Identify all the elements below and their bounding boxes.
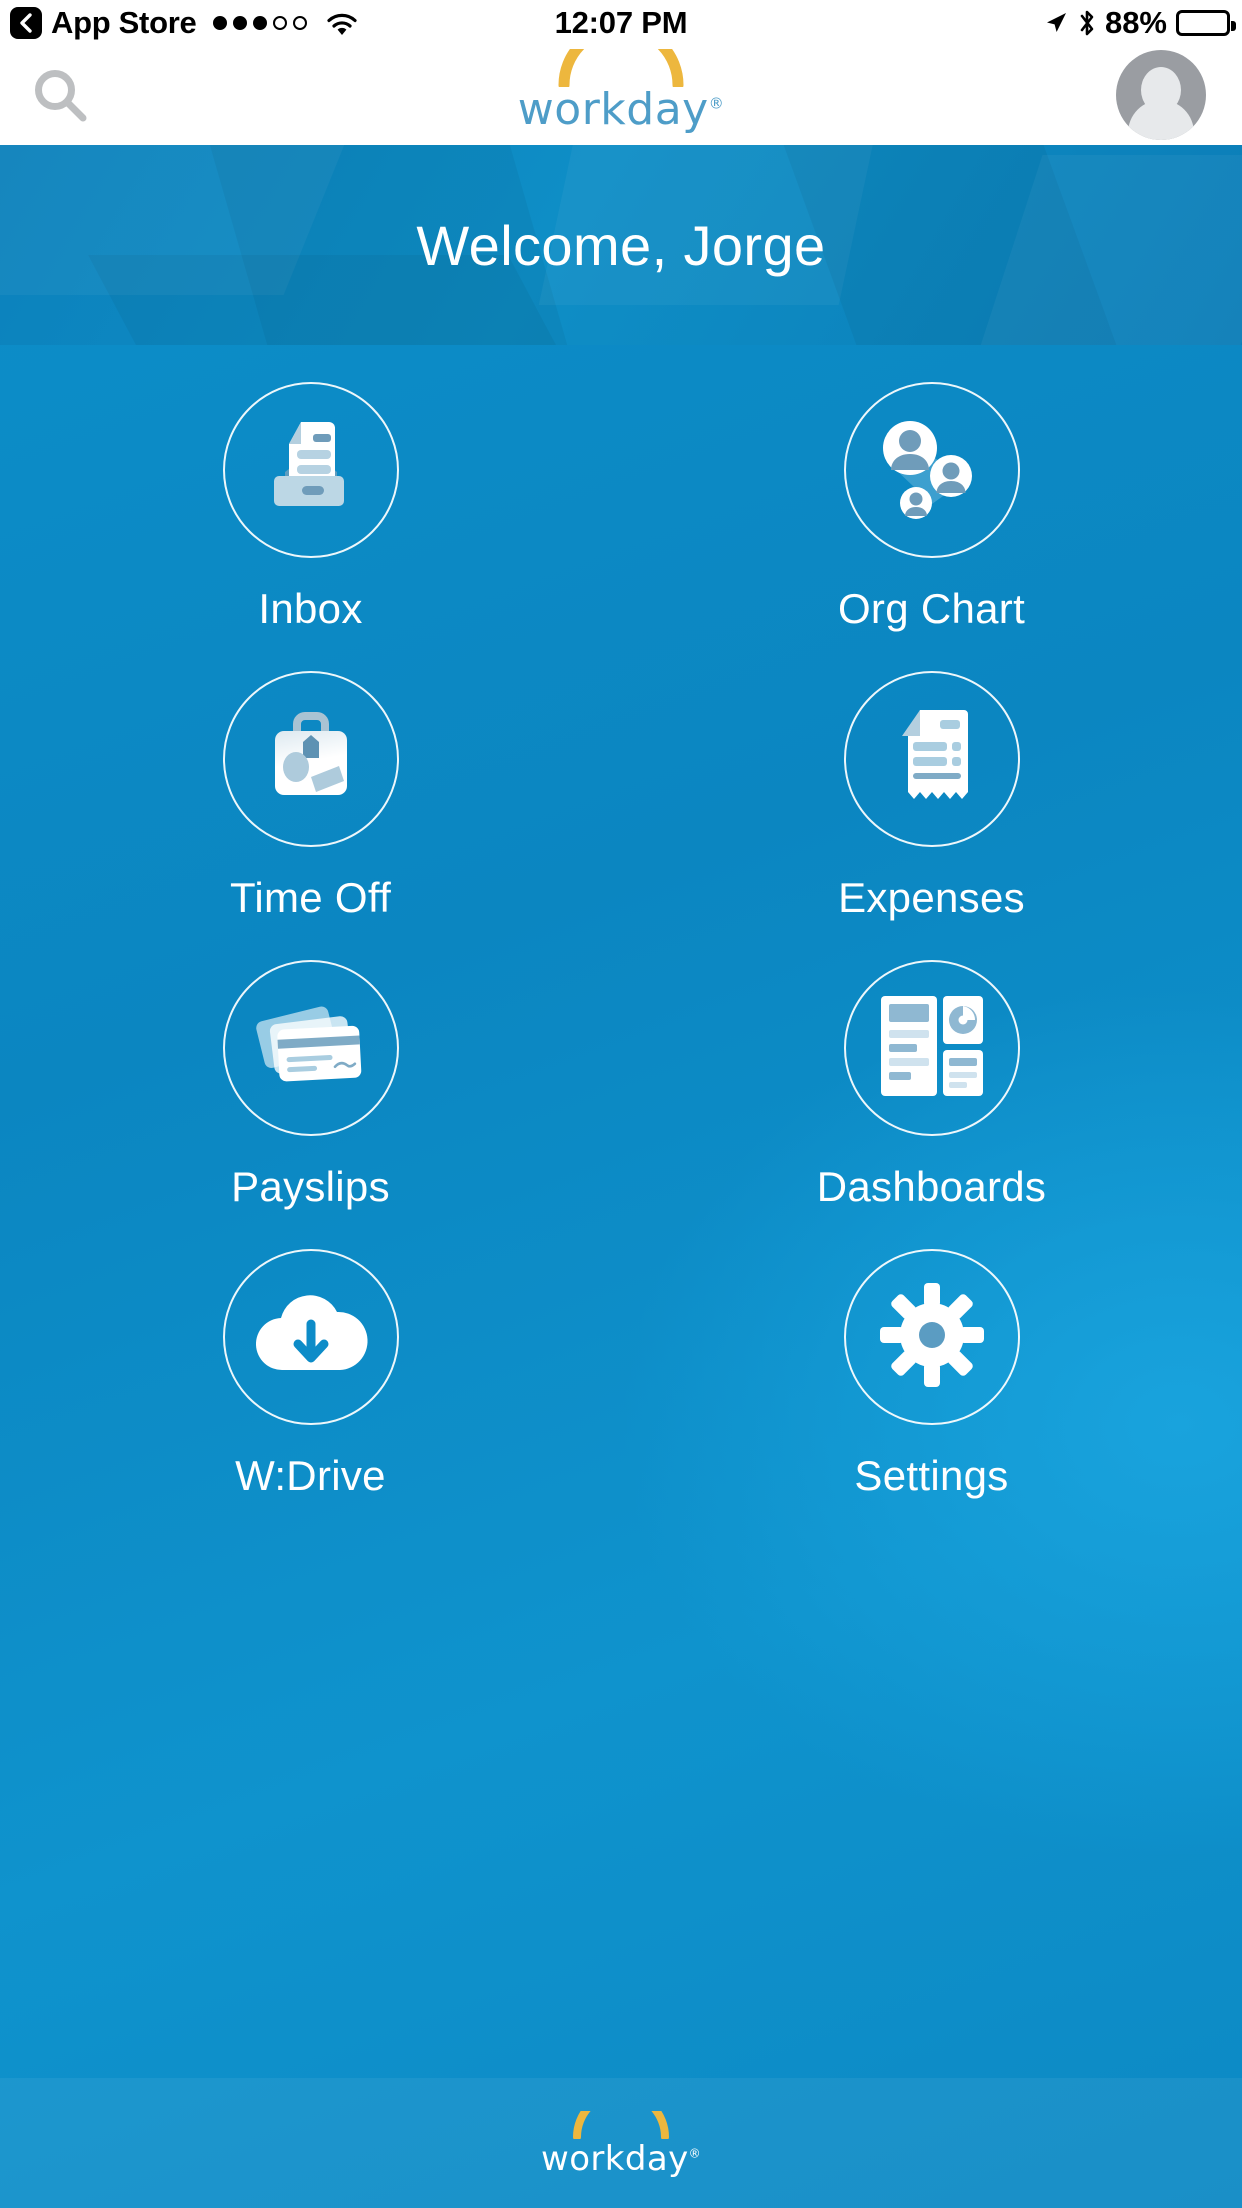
org-chart-people-icon [872, 408, 992, 533]
tile-label: Time Off [229, 874, 392, 921]
tile-circle [843, 1249, 1020, 1425]
tile-settings[interactable]: Settings [621, 1227, 1242, 1516]
payment-cards-icon [252, 998, 370, 1099]
footer-branding: workday® [0, 2078, 1242, 2208]
page-title: Welcome, Jorge [416, 213, 826, 277]
tile-label: Dashboards [816, 1163, 1047, 1210]
tile-inbox[interactable]: Inbox [0, 360, 621, 649]
tile-label: Expenses [838, 874, 1025, 921]
tile-circle [843, 382, 1020, 558]
avatar-body [1128, 100, 1194, 140]
app-screen: App Store 12:07 PM 88% workday® Welcome,… [0, 0, 1242, 2208]
tile-time-off[interactable]: Time Off [0, 649, 621, 938]
tile-circle [222, 1249, 399, 1425]
shortcut-grid: Inbox Org Chart Time Off Expenses Paysli… [0, 360, 1242, 1516]
tile-circle [222, 671, 399, 847]
app-header: workday® [0, 22, 1242, 145]
suitcase-icon [259, 705, 363, 814]
tile-dashboards[interactable]: Dashboards [621, 938, 1242, 1227]
status-bar-time: 12:07 PM [554, 4, 688, 40]
tile-label: W:Drive [235, 1452, 386, 1499]
tile-payslips[interactable]: Payslips [0, 938, 621, 1227]
tile-org-chart[interactable]: Org Chart [621, 360, 1242, 649]
tile-label: Settings [854, 1452, 1009, 1499]
dashboard-grid-icon [877, 992, 987, 1105]
tile-label: Inbox [258, 585, 363, 632]
tile-circle [222, 382, 399, 558]
registered-mark: ® [688, 2146, 702, 2161]
inbox-tray-icon [257, 414, 365, 527]
tile-w-drive[interactable]: W:Drive [0, 1227, 621, 1516]
cloud-download-icon [250, 1288, 372, 1387]
user-avatar-icon[interactable] [1116, 50, 1206, 140]
tile-circle [843, 671, 1020, 847]
tile-expenses[interactable]: Expenses [621, 649, 1242, 938]
tile-label: Payslips [231, 1163, 390, 1210]
workday-wordmark: workday® [540, 2138, 702, 2179]
receipt-icon [882, 704, 982, 815]
tile-label: Org Chart [837, 585, 1026, 632]
workday-logo: workday® [0, 22, 1242, 135]
registered-mark: ® [708, 94, 725, 113]
tile-circle [843, 960, 1020, 1136]
gear-icon [878, 1281, 986, 1394]
status-bar: App Store 12:07 PM 88% [0, 0, 1242, 45]
tile-circle [222, 960, 399, 1136]
workday-wordmark: workday® [517, 84, 725, 135]
battery-icon [1176, 9, 1236, 36]
